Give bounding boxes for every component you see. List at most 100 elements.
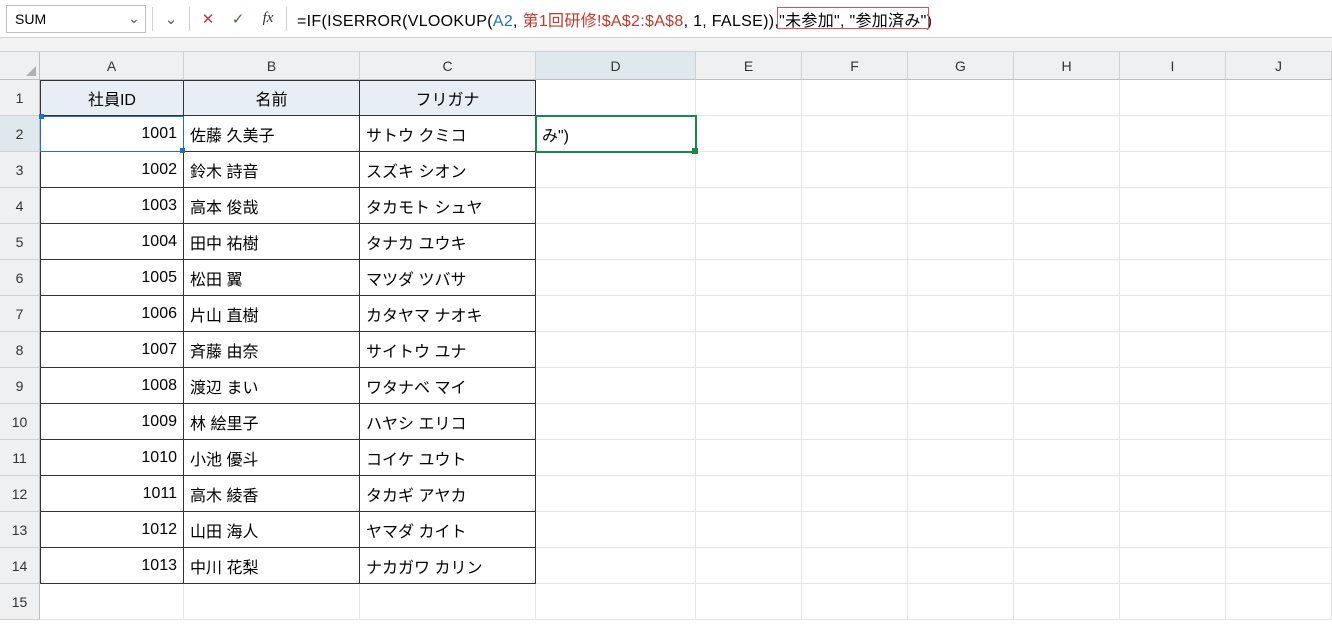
cell-D3[interactable] xyxy=(536,152,696,188)
cell-J1[interactable] xyxy=(1226,80,1332,116)
cell[interactable] xyxy=(1014,368,1120,404)
cell-C1[interactable]: フリガナ xyxy=(360,80,536,116)
row-header-4[interactable]: 4 xyxy=(0,188,40,224)
cell-A12[interactable]: 1011 xyxy=(40,476,184,512)
row-header-14[interactable]: 14 xyxy=(0,548,40,584)
cell-C3[interactable]: スズキ シオン xyxy=(360,152,536,188)
cell-H1[interactable] xyxy=(1014,80,1120,116)
cell[interactable] xyxy=(802,404,908,440)
cell[interactable] xyxy=(1226,188,1332,224)
cell-D1[interactable] xyxy=(536,80,696,116)
formula-expand-icon[interactable]: ⌄ xyxy=(159,7,183,31)
cell-B9[interactable]: 渡辺 まい xyxy=(184,368,360,404)
cell[interactable] xyxy=(908,404,1014,440)
cell[interactable] xyxy=(1014,584,1120,620)
cell[interactable] xyxy=(696,512,802,548)
cell-B15[interactable] xyxy=(184,584,360,620)
cell[interactable] xyxy=(908,476,1014,512)
cell-A4[interactable]: 1003 xyxy=(40,188,184,224)
cell-A9[interactable]: 1008 xyxy=(40,368,184,404)
cell[interactable] xyxy=(1120,476,1226,512)
cell-B5[interactable]: 田中 祐樹 xyxy=(184,224,360,260)
cell[interactable] xyxy=(696,152,802,188)
cell-B11[interactable]: 小池 優斗 xyxy=(184,440,360,476)
cell[interactable] xyxy=(696,440,802,476)
cell-C4[interactable]: タカモト シュヤ xyxy=(360,188,536,224)
cell-E1[interactable] xyxy=(696,80,802,116)
cell-I1[interactable] xyxy=(1120,80,1226,116)
cell[interactable] xyxy=(1226,332,1332,368)
cell-A10[interactable]: 1009 xyxy=(40,404,184,440)
cell[interactable] xyxy=(1120,152,1226,188)
cell[interactable] xyxy=(802,260,908,296)
cell[interactable] xyxy=(536,368,696,404)
cell[interactable] xyxy=(1120,296,1226,332)
cell[interactable] xyxy=(908,368,1014,404)
col-header-E[interactable]: E xyxy=(696,52,802,80)
cell[interactable] xyxy=(1120,404,1226,440)
cell[interactable] xyxy=(802,152,908,188)
cell-A15[interactable] xyxy=(40,584,184,620)
cell-B12[interactable]: 高木 綾香 xyxy=(184,476,360,512)
cell[interactable] xyxy=(696,368,802,404)
cell[interactable] xyxy=(536,548,696,584)
name-box-dropdown-icon[interactable]: ⌄ xyxy=(123,10,145,27)
cell-A7[interactable]: 1006 xyxy=(40,296,184,332)
cell-B2[interactable]: 佐藤 久美子 xyxy=(184,116,360,152)
row-header-10[interactable]: 10 xyxy=(0,404,40,440)
cell[interactable] xyxy=(696,188,802,224)
col-header-B[interactable]: B xyxy=(184,52,360,80)
cell[interactable] xyxy=(908,188,1014,224)
cell[interactable] xyxy=(1014,440,1120,476)
cell[interactable] xyxy=(802,224,908,260)
cell[interactable] xyxy=(1014,188,1120,224)
formula-input[interactable]: =IF(ISERROR(VLOOKUP(A2, 第1回研修!$A$2:$A$8,… xyxy=(293,5,1326,33)
cell[interactable] xyxy=(1120,188,1226,224)
cell[interactable] xyxy=(1014,332,1120,368)
cell-A2[interactable]: 1001 xyxy=(40,116,184,152)
cell[interactable] xyxy=(536,404,696,440)
cell-C7[interactable]: カタヤマ ナオキ xyxy=(360,296,536,332)
cell[interactable] xyxy=(536,476,696,512)
cell-G2[interactable] xyxy=(908,116,1014,152)
cell[interactable] xyxy=(696,332,802,368)
cell[interactable] xyxy=(536,332,696,368)
cell-C14[interactable]: ナカガワ カリン xyxy=(360,548,536,584)
cell[interactable] xyxy=(1120,260,1226,296)
name-box[interactable]: SUM ⌄ xyxy=(6,5,146,33)
cell[interactable] xyxy=(1014,260,1120,296)
cell-B7[interactable]: 片山 直樹 xyxy=(184,296,360,332)
cell[interactable] xyxy=(802,584,908,620)
col-header-I[interactable]: I xyxy=(1120,52,1226,80)
cell[interactable] xyxy=(536,512,696,548)
cell[interactable] xyxy=(696,476,802,512)
cell-B3[interactable]: 鈴木 詩音 xyxy=(184,152,360,188)
cell[interactable] xyxy=(1120,512,1226,548)
col-header-F[interactable]: F xyxy=(802,52,908,80)
cell[interactable] xyxy=(696,296,802,332)
cell-B13[interactable]: 山田 海人 xyxy=(184,512,360,548)
cell-B1[interactable]: 名前 xyxy=(184,80,360,116)
cell-F2[interactable] xyxy=(802,116,908,152)
cell-A11[interactable]: 1010 xyxy=(40,440,184,476)
row-header-2[interactable]: 2 xyxy=(0,116,40,152)
cell-C6[interactable]: マツダ ツバサ xyxy=(360,260,536,296)
cell[interactable] xyxy=(802,512,908,548)
cell[interactable] xyxy=(1120,548,1226,584)
row-header-11[interactable]: 11 xyxy=(0,440,40,476)
cell[interactable] xyxy=(908,584,1014,620)
cell[interactable] xyxy=(1014,404,1120,440)
cell[interactable] xyxy=(908,296,1014,332)
cell[interactable] xyxy=(1120,440,1226,476)
cell[interactable] xyxy=(1014,296,1120,332)
row-header-5[interactable]: 5 xyxy=(0,224,40,260)
fx-button[interactable]: fx xyxy=(256,7,280,31)
cell[interactable] xyxy=(536,188,696,224)
cell[interactable] xyxy=(908,440,1014,476)
cell-C10[interactable]: ハヤシ エリコ xyxy=(360,404,536,440)
row-header-1[interactable]: 1 xyxy=(0,80,40,116)
cell[interactable] xyxy=(1226,296,1332,332)
cell[interactable] xyxy=(536,440,696,476)
row-header-9[interactable]: 9 xyxy=(0,368,40,404)
cell[interactable] xyxy=(1120,224,1226,260)
